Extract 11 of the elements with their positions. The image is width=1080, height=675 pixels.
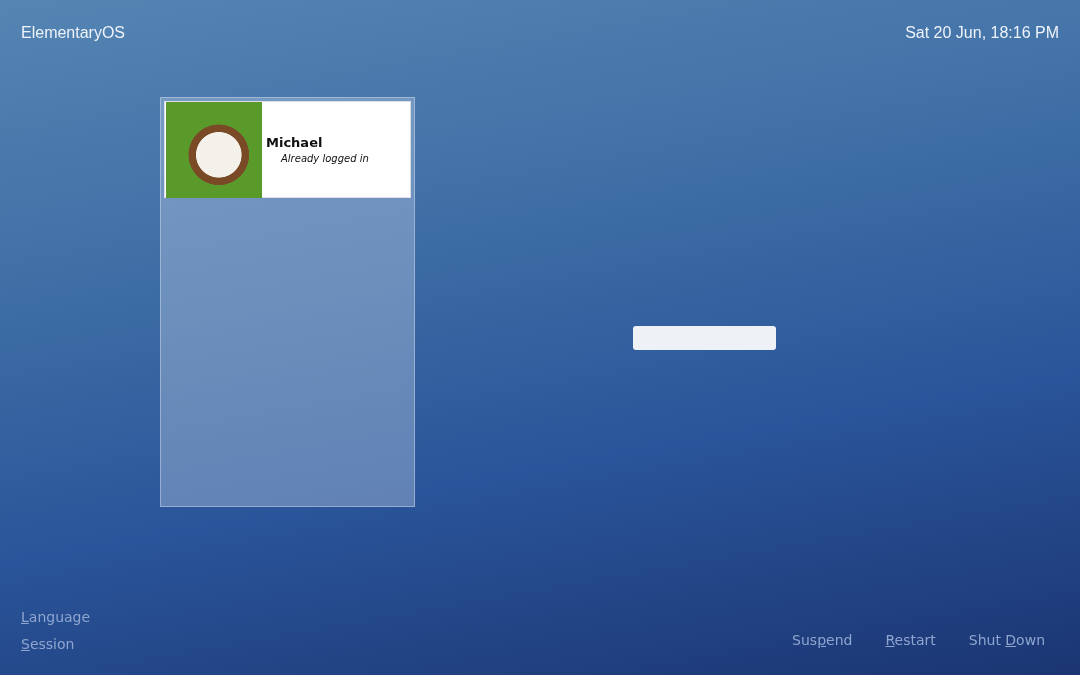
password-field[interactable]	[633, 326, 776, 350]
user-status: Already logged in	[281, 153, 369, 164]
session-option-link[interactable]: Language	[21, 609, 91, 628]
user-name: Michael	[266, 135, 324, 150]
user-entry[interactable]: Michael Already logged in	[164, 101, 411, 198]
session-option-link[interactable]: Session	[21, 636, 91, 655]
power-button[interactable]: Restart	[885, 632, 936, 648]
clock-label: Sat 20 Jun, 18:16 PM	[905, 24, 1059, 43]
power-button[interactable]: Shut Down	[968, 632, 1045, 648]
hostname-label: ElementaryOS	[21, 24, 126, 43]
power-button[interactable]: Suspend	[792, 632, 853, 648]
